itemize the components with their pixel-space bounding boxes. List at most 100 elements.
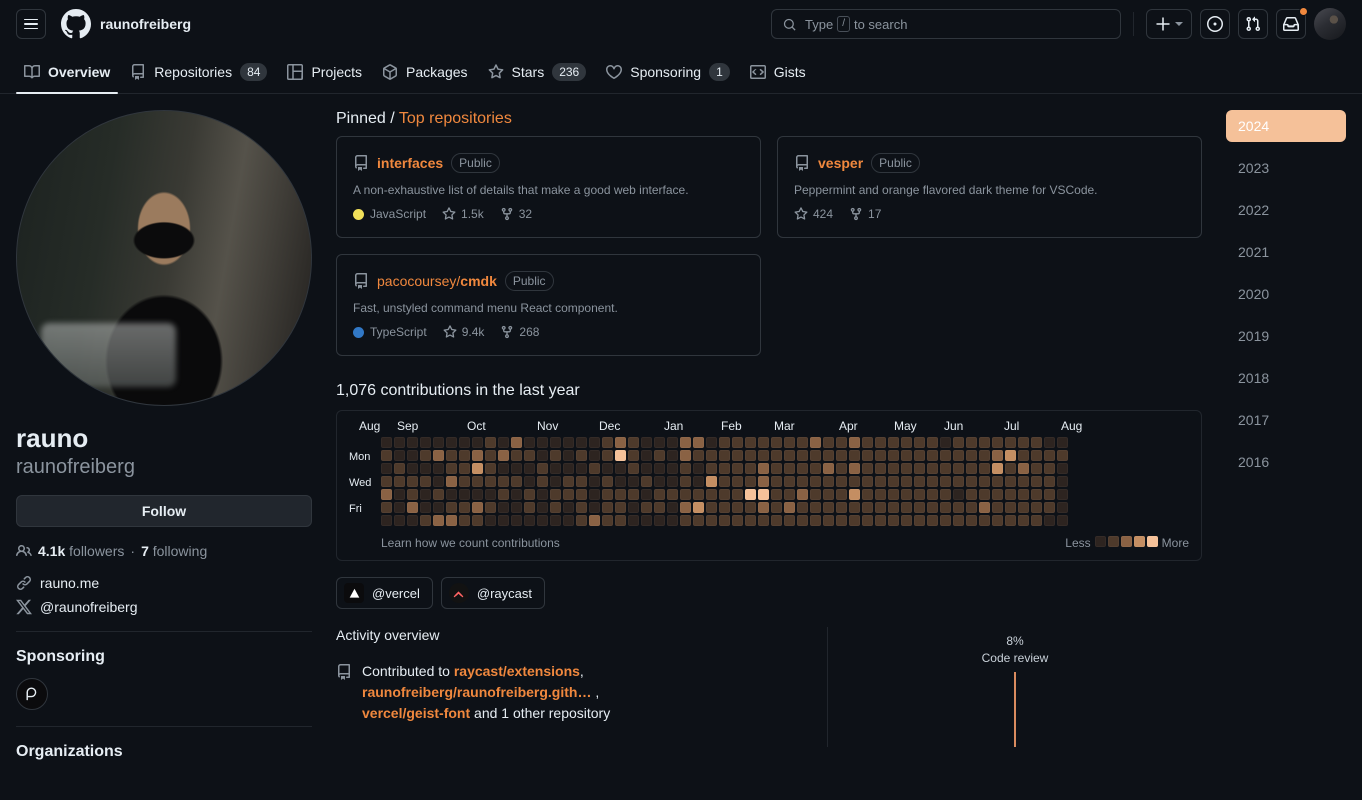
contribution-day-cell[interactable] [381,476,392,487]
contribution-day-cell[interactable] [381,437,392,448]
contribution-day-cell[interactable] [602,489,613,500]
contribution-day-cell[interactable] [862,502,873,513]
contribution-day-cell[interactable] [1031,450,1042,461]
contribution-day-cell[interactable] [472,450,483,461]
contribution-day-cell[interactable] [498,489,509,500]
contribution-day-cell[interactable] [537,489,548,500]
contribution-day-cell[interactable] [693,450,704,461]
contribution-day-cell[interactable] [420,476,431,487]
issues-button[interactable] [1200,9,1230,39]
contribution-day-cell[interactable] [966,502,977,513]
contribution-day-cell[interactable] [810,463,821,474]
forks-stat[interactable]: 32 [500,207,532,221]
contribution-day-cell[interactable] [901,502,912,513]
tab-repositories[interactable]: Repositories 84 [122,48,275,93]
contribution-day-cell[interactable] [784,502,795,513]
stars-stat[interactable]: 1.5k [442,207,484,221]
contribution-day-cell[interactable] [498,437,509,448]
contribution-day-cell[interactable] [394,437,405,448]
contribution-day-cell[interactable] [810,489,821,500]
contribution-day-cell[interactable] [628,489,639,500]
contribution-day-cell[interactable] [836,502,847,513]
top-repositories-link[interactable]: Top repositories [399,110,512,127]
contribution-day-cell[interactable] [641,489,652,500]
contribution-day-cell[interactable] [810,450,821,461]
contribution-day-cell[interactable] [966,450,977,461]
contribution-day-cell[interactable] [927,515,938,526]
contribution-day-cell[interactable] [1018,476,1029,487]
pinned-repo-card[interactable]: interfaces Public A non-exhaustive list … [336,136,761,238]
contribution-day-cell[interactable] [537,450,548,461]
contribution-day-cell[interactable] [524,437,535,448]
contribution-day-cell[interactable] [797,502,808,513]
contribution-day-cell[interactable] [771,463,782,474]
contribution-day-cell[interactable] [992,450,1003,461]
contribution-day-cell[interactable] [641,437,652,448]
contribution-day-cell[interactable] [732,463,743,474]
contribution-day-cell[interactable] [615,515,626,526]
hamburger-menu-icon[interactable] [16,9,46,39]
contribution-day-cell[interactable] [849,476,860,487]
contribution-day-cell[interactable] [888,476,899,487]
header-owner-name[interactable]: raunofreiberg [100,16,191,32]
contribution-day-cell[interactable] [810,502,821,513]
contribution-day-cell[interactable] [875,463,886,474]
contribution-day-cell[interactable] [1044,502,1055,513]
pinned-repo-card[interactable]: pacocoursey/cmdk Public Fast, unstyled c… [336,254,761,356]
contribution-day-cell[interactable] [576,476,587,487]
contribution-day-cell[interactable] [472,476,483,487]
contribution-day-cell[interactable] [641,463,652,474]
contribution-day-cell[interactable] [459,437,470,448]
contribution-day-cell[interactable] [732,515,743,526]
stars-stat[interactable]: 9.4k [443,325,484,339]
contribution-day-cell[interactable] [836,515,847,526]
contribution-day-cell[interactable] [550,502,561,513]
contribution-day-cell[interactable] [706,450,717,461]
contribution-day-cell[interactable] [1031,489,1042,500]
contribution-day-cell[interactable] [420,515,431,526]
contribution-day-cell[interactable] [1031,515,1042,526]
contribution-day-cell[interactable] [797,489,808,500]
contribution-day-cell[interactable] [615,489,626,500]
contribution-day-cell[interactable] [745,437,756,448]
contribution-day-cell[interactable] [927,476,938,487]
contribution-day-cell[interactable] [771,515,782,526]
contribution-day-cell[interactable] [472,437,483,448]
contribution-day-cell[interactable] [576,502,587,513]
contribution-day-cell[interactable] [589,489,600,500]
contribution-day-cell[interactable] [966,515,977,526]
contribution-day-cell[interactable] [1044,463,1055,474]
contribution-day-cell[interactable] [901,476,912,487]
contribution-day-cell[interactable] [784,450,795,461]
contribution-day-cell[interactable] [1057,489,1068,500]
year-item-2019[interactable]: 2019 [1226,320,1346,352]
contribution-day-cell[interactable] [680,502,691,513]
contribution-day-cell[interactable] [953,515,964,526]
contribution-day-cell[interactable] [719,502,730,513]
contribution-day-cell[interactable] [966,463,977,474]
contribution-day-cell[interactable] [1005,515,1016,526]
contribution-day-cell[interactable] [589,450,600,461]
contribution-day-cell[interactable] [472,515,483,526]
contribution-day-cell[interactable] [485,489,496,500]
contribution-day-cell[interactable] [537,476,548,487]
contribution-day-cell[interactable] [862,437,873,448]
contribution-day-cell[interactable] [576,515,587,526]
contribution-day-cell[interactable] [836,437,847,448]
contribution-day-cell[interactable] [550,515,561,526]
contribution-day-cell[interactable] [914,437,925,448]
stars-stat[interactable]: 424 [794,207,833,221]
contribution-day-cell[interactable] [446,450,457,461]
contribution-day-cell[interactable] [1005,489,1016,500]
contribution-day-cell[interactable] [628,450,639,461]
contribution-day-cell[interactable] [758,515,769,526]
contribution-day-cell[interactable] [1044,489,1055,500]
contribution-day-cell[interactable] [784,489,795,500]
contribution-day-cell[interactable] [979,502,990,513]
contribution-day-cell[interactable] [563,450,574,461]
contribution-day-cell[interactable] [992,476,1003,487]
contribution-day-cell[interactable] [472,489,483,500]
contribution-day-cell[interactable] [1018,489,1029,500]
contribution-day-cell[interactable] [849,502,860,513]
contribution-day-cell[interactable] [849,463,860,474]
